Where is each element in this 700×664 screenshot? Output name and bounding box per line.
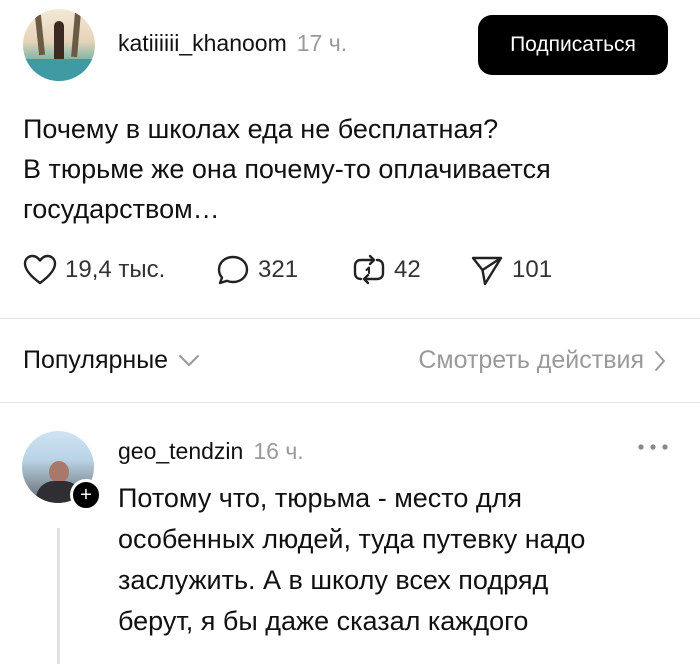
follow-plus-icon[interactable]: + bbox=[70, 479, 102, 511]
view-activity-link[interactable]: Смотреть действия bbox=[418, 346, 666, 375]
view-activity-label: Смотреть действия bbox=[418, 346, 644, 374]
reply-author-username[interactable]: geo_tendzin bbox=[118, 438, 243, 465]
author-username[interactable]: katiiiiii_khanoom bbox=[118, 30, 287, 57]
reply-text-line: заслужить. А в школу всех подряд bbox=[118, 565, 549, 595]
reply-text-line: Потому что, тюрьма - место для bbox=[118, 483, 522, 513]
post-text: Почему в школах еда не бесплатная? В тюр… bbox=[23, 109, 551, 229]
more-horizontal-icon bbox=[638, 444, 668, 450]
post-text-line: государством… bbox=[23, 194, 220, 224]
reply-timestamp: 16 ч. bbox=[253, 438, 304, 464]
more-options-button[interactable] bbox=[636, 440, 670, 459]
subscribe-button[interactable]: Подписаться bbox=[478, 15, 668, 75]
reply-text-line: особенных людей, туда путевку надо bbox=[118, 524, 586, 554]
chevron-down-icon bbox=[179, 354, 200, 366]
author-avatar[interactable] bbox=[23, 9, 95, 81]
repost-count: 42 bbox=[394, 256, 421, 283]
repost-icon bbox=[353, 254, 385, 285]
post-text-line: В тюрьме же она почему-то оплачивается bbox=[23, 154, 551, 184]
repost-button[interactable]: 42 bbox=[352, 254, 421, 286]
divider bbox=[0, 402, 700, 403]
heart-icon bbox=[23, 254, 57, 285]
sort-label: Популярные bbox=[23, 346, 169, 374]
send-icon bbox=[471, 256, 503, 286]
reply-text-line: берут, я бы даже сказал каждого bbox=[118, 606, 529, 636]
thread-line bbox=[57, 528, 60, 664]
share-button[interactable]: 101 bbox=[470, 254, 552, 286]
share-count: 101 bbox=[512, 256, 553, 283]
sort-dropdown[interactable]: Популярные bbox=[23, 346, 200, 375]
comment-count: 321 bbox=[258, 256, 299, 283]
like-button[interactable]: 19,4 тыс. bbox=[23, 254, 165, 286]
reply-text: Потому что, тюрьма - место для особенных… bbox=[118, 478, 585, 642]
like-count: 19,4 тыс. bbox=[65, 256, 166, 283]
divider bbox=[0, 318, 700, 319]
comment-bubble-icon bbox=[217, 255, 249, 285]
comment-button[interactable]: 321 bbox=[216, 254, 298, 286]
chevron-right-icon bbox=[655, 350, 665, 371]
post-text-line: Почему в школах еда не бесплатная? bbox=[23, 114, 499, 144]
post-timestamp: 17 ч. bbox=[296, 30, 348, 56]
